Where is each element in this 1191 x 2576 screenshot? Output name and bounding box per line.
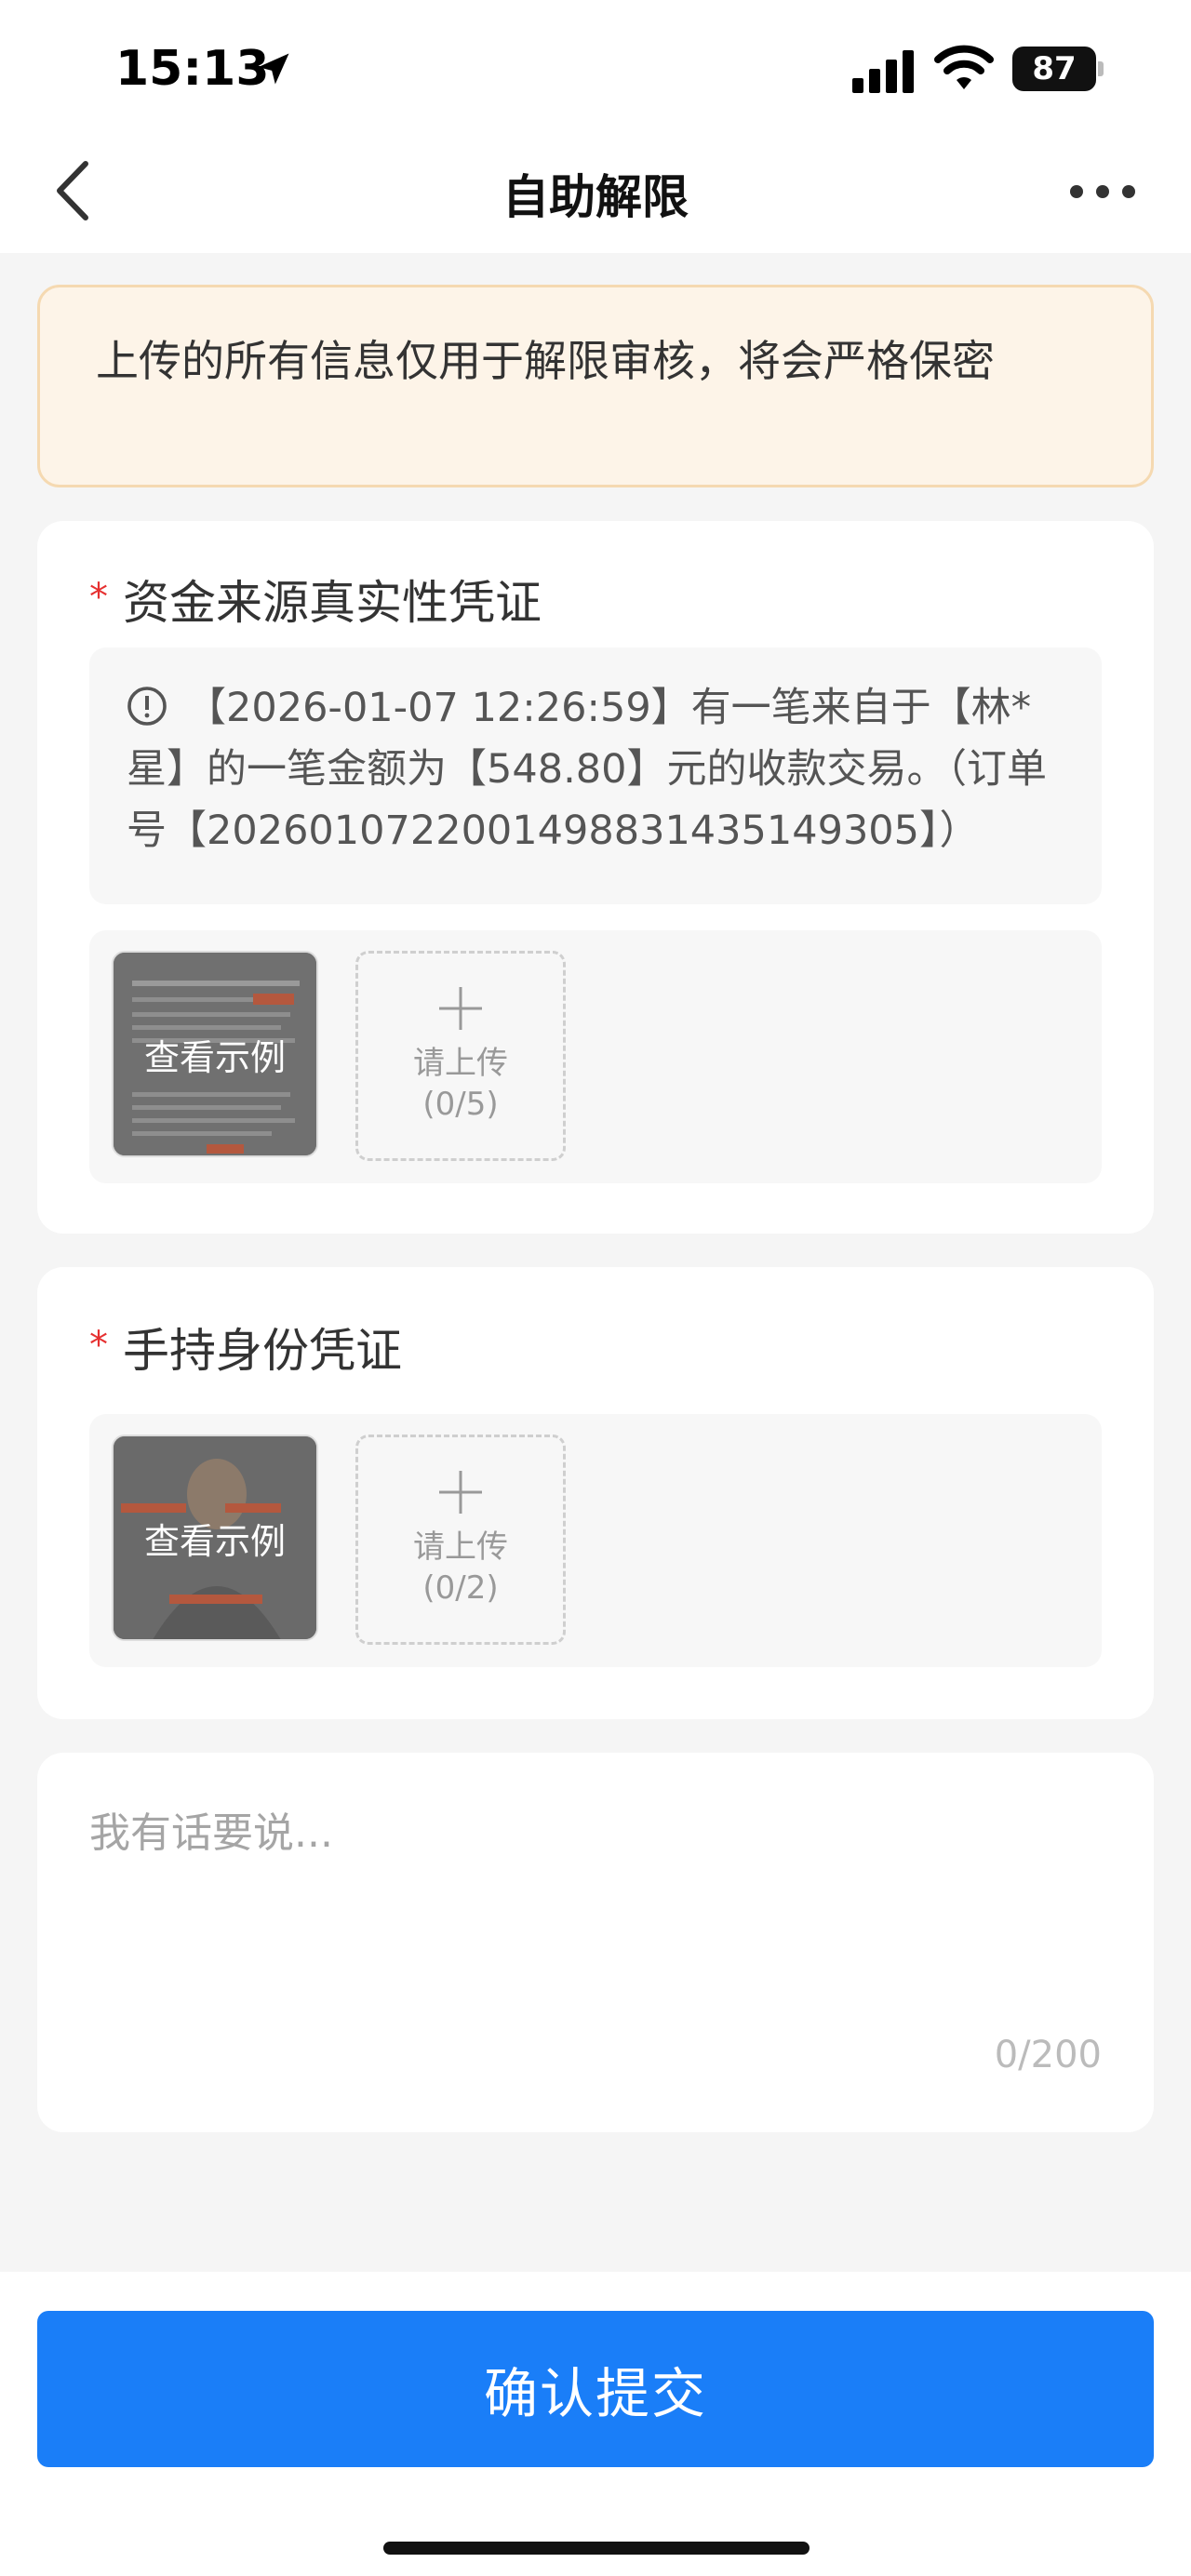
required-star: * — [89, 576, 108, 619]
fund-proof-upload-button[interactable]: 请上传 (0/5) — [355, 951, 566, 1161]
fund-proof-upload-area: 查看示例 请上传 (0/5) — [89, 930, 1102, 1183]
plus-icon — [439, 987, 482, 1030]
id-proof-upload-area: 查看示例 请上传 (0/2) — [89, 1414, 1102, 1667]
id-proof-title: * 手持身份凭证 — [89, 1314, 402, 1381]
id-proof-title-text: 手持身份凭证 — [123, 1324, 402, 1378]
comment-textarea[interactable] — [89, 1799, 1102, 2022]
fund-proof-example-thumbnail[interactable]: 查看示例 — [112, 951, 318, 1157]
more-icon[interactable] — [1070, 182, 1135, 201]
location-arrow-icon — [258, 53, 289, 85]
fund-proof-title-text: 资金来源真实性凭证 — [123, 576, 542, 630]
submit-button[interactable]: 确认提交 — [37, 2311, 1154, 2467]
id-proof-upload-button[interactable]: 请上传 (0/2) — [355, 1435, 566, 1645]
status-time: 15:13 — [115, 41, 270, 97]
char-count: 0/200 — [994, 2034, 1102, 2076]
battery-cap — [1098, 61, 1104, 76]
plus-icon — [439, 1471, 482, 1514]
transaction-info-text: 【2026-01-07 12:26:59】有一笔来自于【林*星】的一笔金额为【5… — [127, 685, 1047, 854]
signal-icon — [852, 50, 914, 93]
bottom-bar: 确认提交 — [0, 2272, 1191, 2576]
battery-indicator: 87 — [1012, 47, 1105, 91]
info-icon — [127, 687, 167, 726]
id-proof-card: * 手持身份凭证 查看示例 请上传 (0/2) — [37, 1267, 1154, 1719]
id-proof-upload-label: 请上传 — [413, 1528, 508, 1566]
id-proof-example-label: 查看示例 — [143, 1520, 286, 1562]
fund-proof-upload-count: (0/5) — [422, 1086, 499, 1123]
transaction-info-box: 【2026-01-07 12:26:59】有一笔来自于【林*星】的一笔金额为【5… — [89, 647, 1102, 904]
fund-proof-upload-label: 请上传 — [413, 1045, 508, 1082]
fund-proof-title: * 资金来源真实性凭证 — [89, 566, 542, 633]
wifi-icon — [934, 45, 994, 89]
fund-proof-card: * 资金来源真实性凭证 【2026-01-07 12:26:59】有一笔来自于【林… — [37, 521, 1154, 1234]
id-proof-upload-count: (0/2) — [422, 1569, 499, 1607]
battery-level: 87 — [1012, 47, 1096, 91]
id-proof-example-thumbnail[interactable]: 查看示例 — [112, 1435, 318, 1641]
home-indicator — [383, 2542, 810, 2555]
required-star: * — [89, 1324, 108, 1367]
header: 15:13 87 自助解限 — [0, 0, 1191, 253]
comment-card: 0/200 — [37, 1753, 1154, 2132]
page-title: 自助解限 — [502, 170, 689, 224]
privacy-notice: 上传的所有信息仅用于解限审核，将会严格保密 — [37, 285, 1154, 487]
fund-proof-example-label: 查看示例 — [143, 1036, 286, 1078]
